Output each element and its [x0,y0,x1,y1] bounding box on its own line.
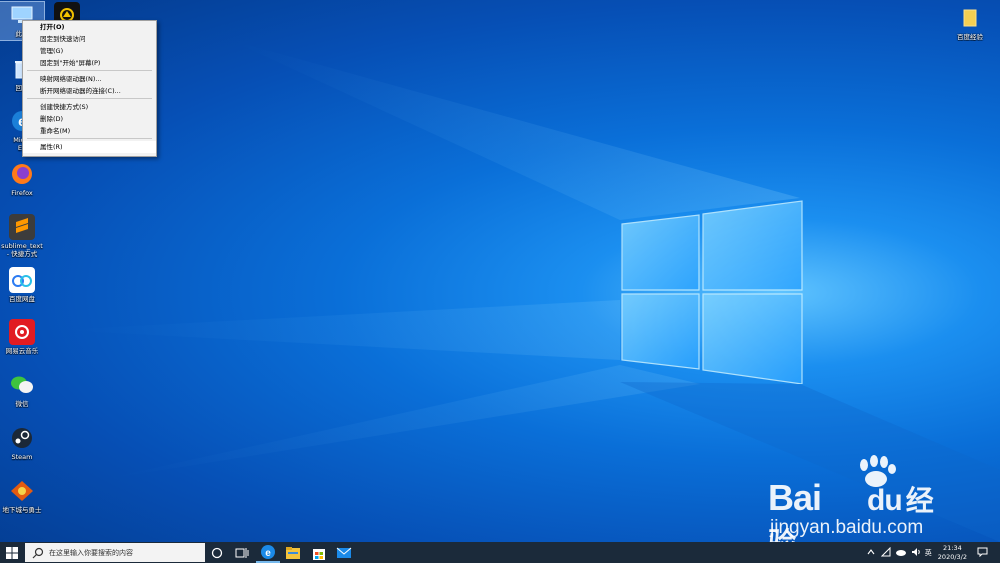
search-placeholder: 在这里输入你要搜索的内容 [49,548,133,557]
clock-time: 21:34 [943,543,962,552]
cortana-button[interactable] [205,542,229,563]
desktop-icon-netease-music[interactable]: 网易云音乐 [0,319,44,355]
desktop-icon-firefox[interactable]: Firefox [0,161,44,197]
sublime-icon [9,214,35,240]
menu-separator [27,98,152,99]
menu-separator [27,138,152,139]
search-icon [32,547,44,558]
mail-icon [336,547,352,558]
task-view-icon [235,547,249,558]
cloud-icon[interactable] [895,548,907,558]
clock[interactable]: 21:34 2020/3/2 [938,544,967,562]
desktop-icon-game[interactable]: 地下城与勇士 [0,478,44,514]
svg-text:e: e [265,548,271,559]
steam-icon [9,425,35,451]
desktop-icon-baidu-jingyan-folder[interactable]: 百度经验 [948,5,992,41]
menu-item-pin-quick-access[interactable]: 固定到快速访问 [23,33,156,45]
chevron-up-icon[interactable] [867,548,875,557]
menu-item-disconnect-network-drive[interactable]: 断开网络驱动器的连接(C)... [23,85,156,97]
taskbar-edge[interactable]: e [256,542,280,563]
cortana-icon [211,547,223,558]
menu-separator [27,70,152,71]
baidu-netdisk-icon [9,267,35,293]
menu-item-delete[interactable]: 删除(D) [23,113,156,125]
windows-start-icon [6,546,18,559]
menu-item-open[interactable]: 打开(O) [23,21,156,33]
notification-icon[interactable] [977,547,988,559]
volume-icon[interactable] [911,547,921,559]
task-view-button[interactable] [230,542,254,563]
baidu-jingyan-watermark: Baidu经验 jingyan.baidu.com [768,455,948,542]
taskbar-search-box[interactable]: 在这里输入你要搜索的内容 [25,543,205,562]
watermark-url: jingyan.baidu.com [770,517,924,538]
desktop[interactable]: 此电 回收 e Micro Ed Firefox sublime_text - … [0,0,1000,542]
ime-indicator[interactable]: 英 [925,548,932,558]
menu-item-pin-start[interactable]: 固定到"开始"屏幕(P) [23,57,156,69]
desktop-icon-baidu-netdisk[interactable]: 百度网盘 [0,267,44,303]
folder-icon [286,546,300,559]
netease-music-icon [9,319,35,345]
desktop-icon-sublime[interactable]: sublime_text - 快捷方式 [0,214,44,258]
clock-date: 2020/3/2 [937,552,967,561]
menu-item-create-shortcut[interactable]: 创建快捷方式(S) [23,101,156,113]
taskbar-store[interactable] [307,542,331,563]
wechat-icon [9,372,35,398]
watermark-brand-2: du [867,484,903,517]
watermark-brand: Bai [768,477,822,518]
edge-icon: e [261,544,275,559]
context-menu: 打开(O) 固定到快速访问 管理(G) 固定到"开始"屏幕(P) 映射网络驱动器… [22,20,157,157]
start-button[interactable] [0,542,24,563]
windows-logo [621,200,803,384]
desktop-icon-wechat[interactable]: 微信 [0,372,44,408]
taskbar-file-explorer[interactable] [281,542,305,563]
taskbar-mail[interactable] [332,542,356,563]
folder-icon [957,5,983,31]
network-icon[interactable] [880,546,891,559]
menu-item-rename[interactable]: 重命名(M) [23,125,156,137]
taskbar: 在这里输入你要搜索的内容 e 英 21:34 2020/3/2 [0,542,1000,563]
system-tray: 英 21:34 2020/3/2 [867,542,1000,563]
menu-item-properties[interactable]: 属性(R) [23,141,156,153]
firefox-icon [9,161,35,187]
store-icon [313,548,325,560]
menu-item-map-network-drive[interactable]: 映射网络驱动器(N)... [23,73,156,85]
menu-item-manage[interactable]: 管理(G) [23,45,156,57]
game-icon [9,478,35,504]
desktop-icon-steam[interactable]: Steam [0,425,44,461]
